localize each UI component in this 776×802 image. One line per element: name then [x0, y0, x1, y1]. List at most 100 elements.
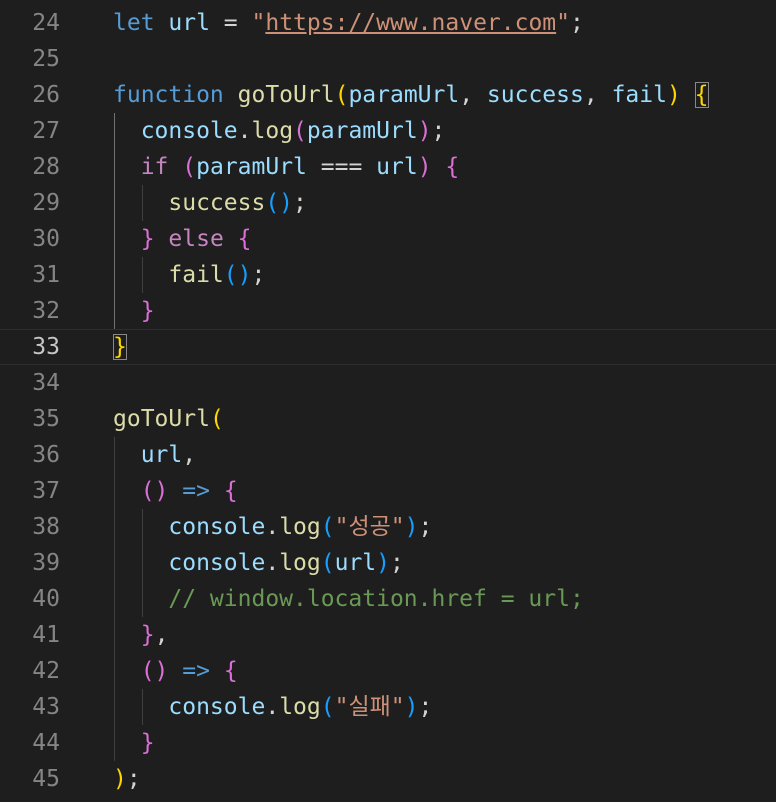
line-code[interactable]: } [113, 330, 127, 364]
code-token: = [209, 10, 252, 36]
line-code[interactable]: console.log("성공"); [113, 509, 432, 545]
code-token: paramUrl [306, 118, 418, 144]
code-editor[interactable]: 24 let url = "https://www.naver.com"; 25 26… [0, 0, 776, 802]
code-line[interactable]: 28 if (paramUrl === url) { [0, 149, 776, 185]
code-token: ( [320, 514, 335, 540]
line-code[interactable]: // window.location.href = url; [113, 581, 583, 617]
code-token: , [182, 442, 197, 468]
line-number: 39 [32, 550, 60, 576]
line-code[interactable]: function goToUrl(paramUrl, success, fail… [113, 77, 709, 113]
code-line[interactable]: 36 url, [0, 437, 776, 473]
line-number: 32 [32, 298, 60, 324]
line-code[interactable]: goToUrl( [113, 401, 224, 437]
code-line[interactable]: 27 console.log(paramUrl); [0, 113, 776, 149]
line-code[interactable]: let url = "https://www.naver.com"; [113, 5, 584, 41]
code-token: log [279, 550, 321, 576]
code-token: , [154, 622, 169, 648]
line-number: 25 [32, 46, 60, 72]
line-number: 40 [32, 586, 60, 612]
code-token: ) [376, 550, 390, 576]
line-code[interactable]: console.log(paramUrl); [113, 113, 446, 149]
code-line[interactable]: 41 }, [0, 617, 776, 653]
code-line[interactable]: 39 console.log(url); [0, 545, 776, 581]
line-code[interactable]: fail(); [113, 257, 265, 293]
code-token: } [140, 226, 155, 252]
code-token: console [168, 694, 266, 720]
code-line[interactable]: 44 } [0, 725, 776, 761]
code-line[interactable]: 30 } else { [0, 221, 776, 257]
line-code[interactable]: } [113, 293, 155, 329]
line-number: 34 [32, 370, 60, 396]
code-token: ; [570, 10, 584, 36]
code-token: () [223, 262, 252, 288]
line-number: 45 [32, 766, 60, 792]
code-token: ; [126, 766, 141, 792]
code-token: { [237, 226, 252, 252]
line-code[interactable]: if (paramUrl === url) { [113, 149, 460, 185]
code-token: ; [418, 514, 433, 540]
line-number: 29 [32, 190, 60, 216]
code-token: { [445, 154, 460, 180]
code-token: { [694, 82, 709, 108]
code-line[interactable]: 35 goToUrl( [0, 401, 776, 437]
code-line[interactable]: 31 fail(); [0, 257, 776, 293]
line-number: 24 [32, 10, 60, 36]
code-line[interactable]: 29 success(); [0, 185, 776, 221]
code-token: ) [113, 766, 127, 792]
code-line[interactable]: 32 } [0, 293, 776, 329]
line-code[interactable]: () => { [113, 473, 238, 509]
line-number: 27 [32, 118, 60, 144]
line-code[interactable]: console.log(url); [113, 545, 403, 581]
code-token: let [113, 10, 155, 36]
line-number: 26 [32, 82, 60, 108]
code-token: console [168, 514, 266, 540]
code-token: , [459, 82, 487, 108]
code-token: paramUrl [196, 154, 307, 180]
line-code[interactable]: }, [113, 617, 169, 653]
code-token: , [583, 82, 612, 108]
code-line[interactable]: 42 () => { [0, 653, 776, 689]
line-code[interactable]: } [113, 725, 155, 761]
code-line[interactable]: 45); [0, 761, 776, 797]
line-code[interactable]: url, [113, 437, 196, 473]
code-line[interactable]: 24 let url = "https://www.naver.com"; [0, 5, 776, 41]
code-token: log [279, 514, 321, 540]
code-line[interactable]: 43 console.log("실패"); [0, 689, 776, 725]
code-line[interactable]: 33} [0, 329, 776, 365]
code-token: } [140, 622, 155, 648]
line-number: 42 [32, 658, 60, 684]
code-token: () [140, 658, 169, 684]
code-token: ( [320, 550, 335, 576]
line-number: 31 [32, 262, 60, 288]
code-token: . [265, 514, 280, 540]
code-line[interactable]: 38 console.log("성공"); [0, 509, 776, 545]
code-token: " [251, 10, 266, 36]
line-number: 41 [32, 622, 60, 648]
line-code[interactable]: success(); [113, 185, 307, 221]
line-number: 28 [32, 154, 60, 180]
code-token: ( [293, 118, 307, 144]
code-token: ; [293, 190, 307, 216]
line-code[interactable]: () => { [113, 653, 238, 689]
code-line[interactable]: 34 [0, 365, 776, 401]
code-token: ( [209, 406, 224, 432]
code-line[interactable]: 40 // window.location.href = url; [0, 581, 776, 617]
code-line[interactable]: 25 [0, 41, 776, 77]
code-token: } [113, 334, 127, 360]
code-token: ) [404, 514, 419, 540]
line-code[interactable]: ); [113, 761, 141, 797]
line-code[interactable]: } else { [113, 221, 252, 257]
line-code[interactable]: console.log("실패"); [113, 689, 432, 725]
code-line[interactable]: 37 () => { [0, 473, 776, 509]
code-line[interactable]: 26 function goToUrl(paramUrl, success, fa… [0, 77, 776, 113]
